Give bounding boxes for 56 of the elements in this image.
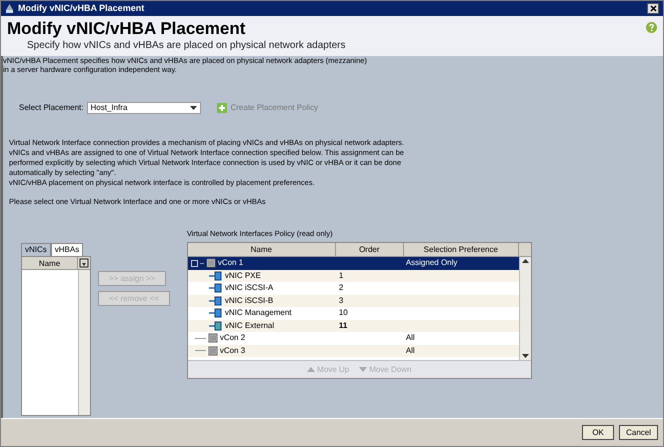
row-name: vNIC iSCSI-A <box>224 282 274 294</box>
row-name: vNIC Management <box>224 307 292 320</box>
row-name: vNIC PXE <box>224 270 261 282</box>
network-card-icon <box>208 270 223 281</box>
scrollbar[interactable] <box>78 270 90 415</box>
adapter-icon <box>206 258 216 268</box>
preference-cell: All <box>406 346 415 355</box>
list-tab[interactable]: vHBAs <box>50 243 84 256</box>
row-name: vCon 1 <box>218 257 244 270</box>
order-cell: 10 <box>338 308 348 318</box>
preference-cell: All <box>406 333 415 342</box>
row-name: vCon 2 <box>220 332 246 344</box>
network-card-icon <box>208 283 223 294</box>
add-icon <box>217 103 228 113</box>
adapter-icon <box>208 333 218 344</box>
list-tab[interactable]: vNICs <box>21 243 51 256</box>
dialog-button[interactable]: Cancel <box>619 425 658 440</box>
dialog-heading: Modify vNIC/vHBA Placement <box>7 18 246 40</box>
network-card-icon <box>208 296 223 306</box>
order-cell: 2 <box>338 283 344 292</box>
column-chooser-icon[interactable] <box>78 257 90 270</box>
dialog-subtitle: Specify how vNICs and vHBAs are placed on physical network adapters <box>26 40 346 52</box>
tree-row[interactable]: vCon 3 All <box>188 344 519 357</box>
row-name: vCon 3 <box>220 344 246 357</box>
select-placement-label: Select Placement: <box>19 102 84 114</box>
network-card-icon <box>208 320 223 331</box>
dropdown-arrow-icon <box>190 106 198 110</box>
order-cell: 1 <box>338 270 344 280</box>
column-header[interactable]: Order <box>336 243 404 256</box>
collapse-toggle[interactable] <box>190 260 198 267</box>
adapter-icon <box>208 346 218 356</box>
placement-dropdown[interactable]: Host_Infra <box>87 102 202 114</box>
app-icon <box>5 4 14 13</box>
tree-row[interactable]: vNIC PXE 1 <box>188 270 519 282</box>
column-header[interactable]: Selection Preference <box>404 243 519 256</box>
row-name: vNIC iSCSI-B <box>224 294 274 307</box>
window-title: Modify vNIC/vHBA Placement <box>18 2 144 15</box>
up-arrow-icon <box>307 367 316 372</box>
column-header: Name <box>22 257 78 269</box>
column-header[interactable]: Name <box>188 243 336 256</box>
tree-row[interactable]: vNIC iSCSI-B 3 <box>188 294 519 307</box>
scrollbar[interactable] <box>518 257 531 360</box>
assigned-list[interactable]: Name <box>21 256 91 416</box>
close-button[interactable] <box>647 3 659 14</box>
row-name: vNIC External <box>224 320 274 332</box>
tree-row[interactable]: vCon 1 Assigned Only <box>188 257 519 270</box>
order-cell: 3 <box>338 296 344 305</box>
scroll-down-icon[interactable] <box>522 354 529 358</box>
network-card-icon <box>208 308 223 318</box>
order-cell: 11 <box>338 320 348 330</box>
scroll-up-icon[interactable] <box>522 259 529 263</box>
close-icon <box>650 5 656 12</box>
dialog-button[interactable]: OK <box>582 425 614 440</box>
preference-cell: Assigned Only <box>406 258 458 268</box>
tree-row[interactable]: vNIC External 11 <box>188 320 519 332</box>
down-arrow-icon <box>359 367 368 372</box>
